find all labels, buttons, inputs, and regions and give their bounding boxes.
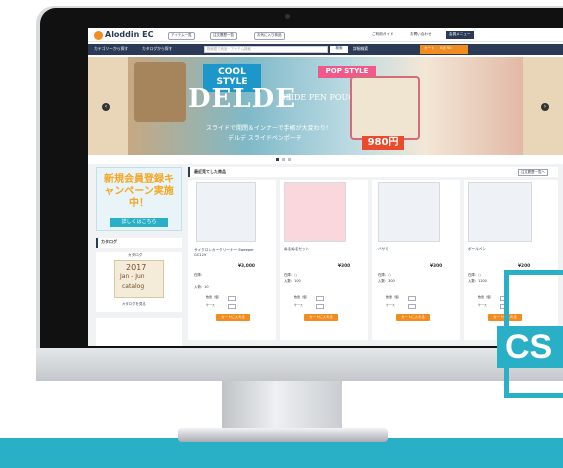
guide-link[interactable]: ご利用ガイド xyxy=(372,32,394,37)
search-button[interactable]: 検索 xyxy=(330,46,348,53)
catalog-view-link[interactable]: カタログを見る xyxy=(122,302,146,306)
catalog-heading: カタログ xyxy=(101,239,117,244)
case-label: ケース xyxy=(206,303,215,307)
qty-input[interactable] xyxy=(408,296,416,301)
add-to-cart-button[interactable]: カートに入れる xyxy=(216,314,250,321)
product-image-cleaner[interactable] xyxy=(196,182,256,242)
case-label: ケース xyxy=(478,303,487,307)
member-menu-button[interactable]: 会員メニュー xyxy=(446,31,474,39)
detail-search-link[interactable]: 詳細検索 xyxy=(353,47,368,51)
product-stock: 在庫：○ xyxy=(284,273,298,277)
order-history-link[interactable]: 注文履歴一覧 xyxy=(210,32,237,40)
product-price: ¥3,000 xyxy=(238,264,255,269)
promo-detail-button[interactable]: 詳しくはこちら xyxy=(110,218,168,227)
chevron-right-icon[interactable]: › xyxy=(541,103,549,111)
product-image-scissors[interactable] xyxy=(378,182,440,242)
search-placeholder: 検索語で商品・アイテム検索 xyxy=(207,47,251,51)
add-to-cart-button[interactable]: カートに入れる xyxy=(396,314,430,321)
qty-input[interactable] xyxy=(228,296,236,301)
catalog-browse-button[interactable]: カタログから探す xyxy=(142,47,172,51)
qty-input[interactable] xyxy=(316,296,324,301)
catalog-label: カタログ xyxy=(128,253,143,257)
product-photo-pouch xyxy=(350,76,420,140)
catalog-word: catalog xyxy=(122,283,145,290)
product-name[interactable]: ハサミ xyxy=(378,247,389,252)
monitor-chin xyxy=(36,348,563,381)
banner-caption-1: スライドで開閉＆インナーで手帳が大変わり！ xyxy=(206,125,332,132)
product-price: ¥200 xyxy=(518,264,531,269)
favorites-link[interactable]: お気に入り商品 xyxy=(254,32,285,40)
promo-title: 新規会員登録キャンペーン実施中！ xyxy=(104,174,174,209)
product-note: 入数：100 xyxy=(284,279,301,283)
case-input[interactable] xyxy=(408,304,416,309)
product-price: ¥300 xyxy=(430,264,443,269)
slide-dot[interactable] xyxy=(282,158,285,161)
product-photo-jar xyxy=(134,62,186,122)
contact-link[interactable]: お問い合わせ xyxy=(410,32,432,37)
case-input[interactable] xyxy=(228,304,236,309)
product-stock: 在庫： xyxy=(194,273,205,277)
slide-dot-active[interactable] xyxy=(276,158,279,161)
slide-dot[interactable] xyxy=(288,158,291,161)
cart-amount: 0点 ¥0 xyxy=(440,46,452,50)
bottom-accent-band xyxy=(0,438,563,468)
catalog-period: Jan - Jun xyxy=(120,273,145,280)
logo-text[interactable]: Aloddin EC xyxy=(105,31,153,39)
camera-icon xyxy=(285,14,290,19)
qty-label: 数量（個） xyxy=(478,295,494,299)
product-image-set[interactable] xyxy=(284,182,346,242)
product-stock: 在庫：○ xyxy=(378,273,392,277)
add-to-cart-button[interactable]: カートに入れる xyxy=(304,314,338,321)
site-header xyxy=(88,28,563,42)
product-note: 入数：300 xyxy=(378,279,395,283)
section-title: 最近見てした商品 xyxy=(194,169,226,174)
catalog-year: 2017 xyxy=(126,263,147,272)
case-label: ケース xyxy=(386,303,395,307)
product-price: ¥300 xyxy=(338,264,351,269)
product-name[interactable]: ボールペン xyxy=(468,247,486,252)
item-list-link[interactable]: アイテム一覧 xyxy=(168,32,195,40)
qty-label: 数量（個） xyxy=(294,295,310,299)
product-image-pen[interactable] xyxy=(468,182,532,242)
view-all-link[interactable]: 注文履歴一覧へ xyxy=(518,169,548,177)
price-tag: 980円 xyxy=(362,136,404,150)
qty-label: 数量（個） xyxy=(386,295,402,299)
screen: Aloddin EC アイテム一覧 注文履歴一覧 お気に入り商品 ご利用ガイド … xyxy=(88,28,563,346)
product-note: 入数：1200 xyxy=(468,279,487,283)
product-name[interactable]: ぬるぬるセット xyxy=(284,247,309,252)
case-label: ケース xyxy=(294,303,303,307)
qty-label: 数量（個） xyxy=(206,295,222,299)
monitor-stand-base xyxy=(178,428,388,442)
banner-caption-2: デルデ スライドペンポーチ xyxy=(228,135,302,142)
logo-icon xyxy=(94,31,103,40)
case-input[interactable] xyxy=(316,304,324,309)
cs-badge: CS xyxy=(497,326,563,368)
product-name[interactable]: サイクロンカークリーナー Sweeper GC12V xyxy=(194,248,264,258)
section-header xyxy=(188,167,558,177)
category-browse-button[interactable]: カテゴリーから探す xyxy=(94,47,128,51)
product-note: 入荷：10 xyxy=(194,285,209,289)
chevron-left-icon[interactable]: ‹ xyxy=(102,103,110,111)
cart-label: カート xyxy=(424,46,435,50)
product-stock: 在庫：○ xyxy=(468,273,482,277)
catalog-card-2 xyxy=(96,318,182,346)
